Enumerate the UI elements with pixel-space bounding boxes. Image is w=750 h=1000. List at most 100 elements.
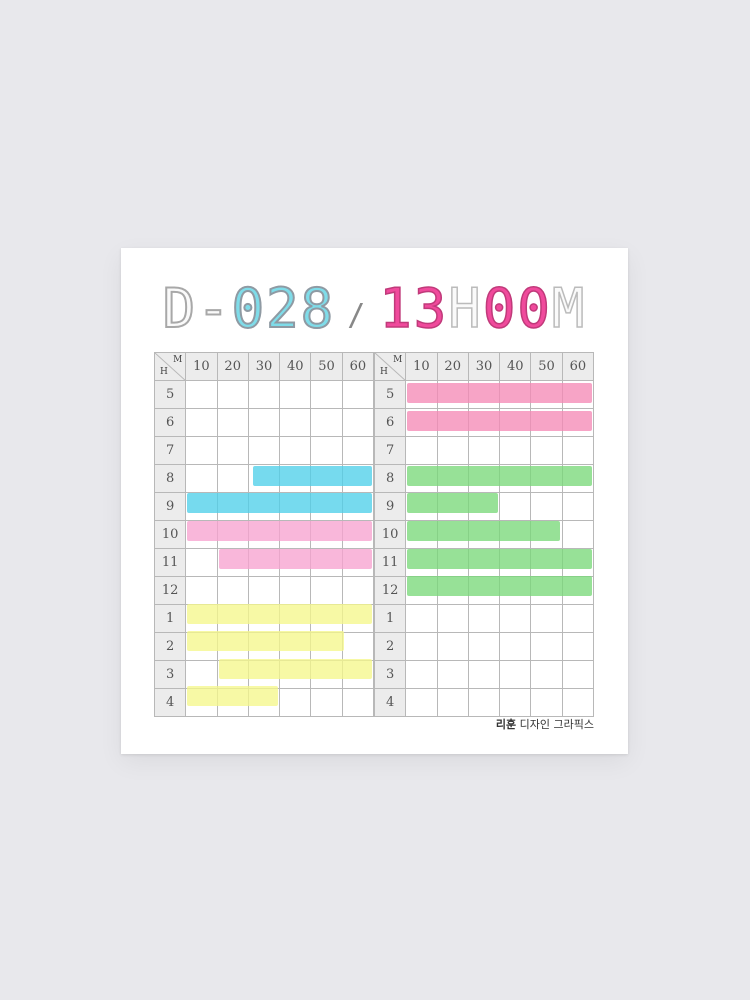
time-cell[interactable] [247,436,281,465]
time-cell[interactable] [216,688,249,717]
time-cell[interactable] [310,632,343,661]
time-cell[interactable] [341,688,375,717]
time-cell[interactable] [405,632,438,661]
time-cell[interactable] [436,380,469,409]
time-cell[interactable] [530,436,563,465]
time-cell[interactable] [405,688,438,717]
time-cell[interactable] [247,632,281,661]
time-cell[interactable] [530,492,563,521]
time-cell[interactable] [530,464,563,493]
time-cell[interactable] [436,548,469,577]
time-cell[interactable] [405,408,438,437]
time-cell[interactable] [499,660,532,689]
time-cell[interactable] [310,464,343,493]
time-cell[interactable] [310,576,343,605]
time-cell[interactable] [499,604,532,633]
time-cell[interactable] [279,520,312,549]
time-cell[interactable] [341,380,375,409]
time-cell[interactable] [405,548,438,577]
time-cell[interactable] [499,464,532,493]
time-cell[interactable] [247,492,281,521]
time-cell[interactable] [561,576,595,605]
time-cell[interactable] [279,632,312,661]
time-cell[interactable] [561,632,595,661]
time-cell[interactable] [216,436,249,465]
time-cell[interactable] [310,492,343,521]
time-cell[interactable] [279,576,312,605]
time-cell[interactable] [247,464,281,493]
time-cell[interactable] [185,576,218,605]
time-cell[interactable] [216,492,249,521]
time-cell[interactable] [310,688,343,717]
time-cell[interactable] [405,576,438,605]
time-cell[interactable] [436,492,469,521]
time-cell[interactable] [436,576,469,605]
time-cell[interactable] [341,492,375,521]
time-cell[interactable] [467,660,501,689]
time-cell[interactable] [341,464,375,493]
time-cell[interactable] [561,492,595,521]
time-cell[interactable] [467,492,501,521]
time-cell[interactable] [216,408,249,437]
time-cell[interactable] [341,520,375,549]
time-cell[interactable] [530,688,563,717]
time-cell[interactable] [310,380,343,409]
time-cell[interactable] [467,632,501,661]
time-cell[interactable] [561,436,595,465]
time-cell[interactable] [530,408,563,437]
time-cell[interactable] [405,380,438,409]
time-cell[interactable] [561,408,595,437]
time-cell[interactable] [216,604,249,633]
time-cell[interactable] [405,604,438,633]
time-cell[interactable] [530,632,563,661]
time-cell[interactable] [405,660,438,689]
time-cell[interactable] [405,492,438,521]
time-cell[interactable] [279,604,312,633]
time-cell[interactable] [247,688,281,717]
time-cell[interactable] [279,408,312,437]
time-cell[interactable] [185,492,218,521]
time-cell[interactable] [341,576,375,605]
time-cell[interactable] [341,632,375,661]
time-cell[interactable] [310,604,343,633]
time-cell[interactable] [436,408,469,437]
time-cell[interactable] [185,408,218,437]
time-cell[interactable] [247,576,281,605]
time-cell[interactable] [499,548,532,577]
time-cell[interactable] [561,688,595,717]
time-cell[interactable] [341,604,375,633]
time-cell[interactable] [247,380,281,409]
time-cell[interactable] [185,464,218,493]
time-cell[interactable] [310,436,343,465]
time-cell[interactable] [467,548,501,577]
time-cell[interactable] [561,464,595,493]
time-cell[interactable] [436,688,469,717]
time-cell[interactable] [405,464,438,493]
time-cell[interactable] [310,548,343,577]
time-cell[interactable] [247,604,281,633]
time-cell[interactable] [310,408,343,437]
time-cell[interactable] [561,660,595,689]
time-cell[interactable] [467,408,501,437]
time-cell[interactable] [341,660,375,689]
time-cell[interactable] [247,660,281,689]
time-cell[interactable] [185,660,218,689]
time-cell[interactable] [247,548,281,577]
time-cell[interactable] [185,688,218,717]
time-cell[interactable] [185,436,218,465]
time-cell[interactable] [279,380,312,409]
time-cell[interactable] [247,520,281,549]
time-cell[interactable] [499,576,532,605]
time-cell[interactable] [436,604,469,633]
time-cell[interactable] [436,632,469,661]
time-cell[interactable] [467,688,501,717]
time-cell[interactable] [467,436,501,465]
time-cell[interactable] [561,380,595,409]
time-cell[interactable] [530,520,563,549]
time-cell[interactable] [467,380,501,409]
time-cell[interactable] [405,520,438,549]
time-cell[interactable] [530,604,563,633]
time-cell[interactable] [279,660,312,689]
time-cell[interactable] [499,688,532,717]
time-cell[interactable] [216,464,249,493]
